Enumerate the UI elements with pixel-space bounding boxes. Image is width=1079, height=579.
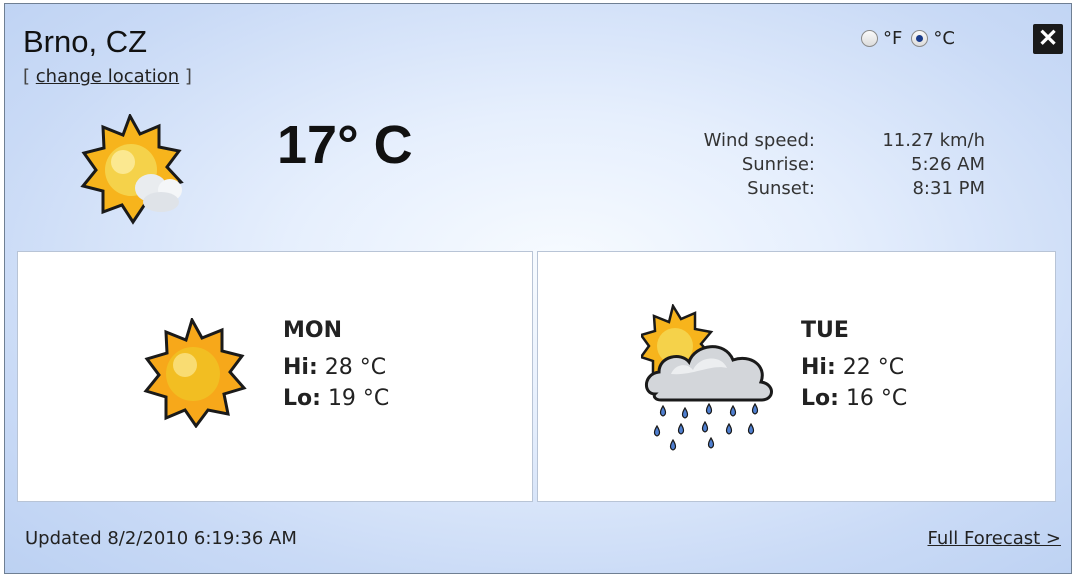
sun-core	[166, 347, 220, 401]
hi-label: Hi:	[801, 355, 836, 380]
forecast-card-mon: MON Hi: 28 °C Lo: 19 °C	[17, 251, 533, 502]
raindrop	[707, 436, 715, 449]
sun-icon	[143, 318, 247, 428]
updated-timestamp: Updated 8/2/2010 6:19:36 AM	[25, 528, 297, 549]
raindrop	[701, 420, 709, 433]
raindrop	[653, 424, 661, 437]
detail-label: Sunrise:	[741, 154, 815, 175]
fahrenheit-label[interactable]: °F	[883, 28, 902, 49]
raindrop	[659, 404, 667, 417]
current-temperature: 17° C	[277, 115, 413, 175]
detail-row-sunrise: Sunrise: 5:26 AM	[645, 153, 985, 177]
detail-label: Sunset:	[747, 178, 815, 199]
day-name: MON	[283, 318, 343, 343]
celsius-label[interactable]: °C	[933, 28, 955, 49]
forecast-info-tue: TUE Hi: 22 °C Lo: 16 °C	[801, 315, 907, 414]
hi-row: Hi: 22 °C	[801, 352, 907, 383]
raindrops	[653, 402, 759, 451]
lo-label: Lo:	[283, 386, 321, 411]
raindrop	[747, 422, 755, 435]
sun-cloud-icon	[80, 114, 184, 225]
change-location: [ change location ]	[23, 66, 192, 87]
raindrop	[729, 404, 737, 417]
raindrop	[725, 422, 733, 435]
rain-cloud-icon	[641, 304, 773, 451]
hi-value: 28 °C	[324, 355, 387, 380]
detail-value: 5:26 AM	[911, 154, 985, 175]
lo-row: Lo: 16 °C	[801, 383, 907, 414]
day-name: TUE	[801, 318, 849, 343]
lo-label: Lo:	[801, 386, 839, 411]
lo-row: Lo: 19 °C	[283, 383, 389, 414]
forecast-card-tue: TUE Hi: 22 °C Lo: 16 °C	[537, 251, 1056, 502]
hi-value: 22 °C	[842, 355, 905, 380]
raindrop	[669, 438, 677, 451]
full-forecast-link[interactable]: Full Forecast >	[928, 528, 1061, 549]
cloud-puff	[143, 192, 179, 212]
detail-row-sunset: Sunset: 8:31 PM	[645, 177, 985, 201]
raindrop	[681, 406, 689, 419]
current-details: Wind speed: 11.27 km/h Sunrise: 5:26 AM …	[645, 129, 985, 201]
weather-widget: Brno, CZ [ change location ] °F °C ✕ 17°…	[4, 3, 1072, 574]
raindrop	[751, 402, 759, 415]
hi-row: Hi: 28 °C	[283, 352, 389, 383]
city-name: Brno, CZ	[23, 24, 148, 59]
celsius-radio[interactable]	[911, 30, 929, 47]
detail-label: Wind speed:	[703, 130, 815, 151]
sun-highlight	[173, 353, 197, 377]
unit-selector: °F °C	[861, 28, 964, 49]
bracket-close: ]	[184, 66, 192, 87]
raindrop	[677, 422, 685, 435]
bracket-open: [	[23, 66, 31, 87]
detail-row-wind: Wind speed: 11.27 km/h	[645, 129, 985, 153]
change-location-link[interactable]: change location	[36, 66, 179, 87]
raindrop	[705, 402, 713, 415]
close-button[interactable]: ✕	[1033, 24, 1063, 54]
forecast-info-mon: MON Hi: 28 °C Lo: 19 °C	[283, 315, 389, 414]
lo-value: 16 °C	[845, 386, 908, 411]
fahrenheit-radio[interactable]	[861, 30, 878, 47]
lo-value: 19 °C	[327, 386, 390, 411]
detail-value: 8:31 PM	[912, 178, 985, 199]
detail-value: 11.27 km/h	[882, 130, 985, 151]
sun-highlight	[111, 150, 135, 174]
hi-label: Hi:	[283, 355, 318, 380]
